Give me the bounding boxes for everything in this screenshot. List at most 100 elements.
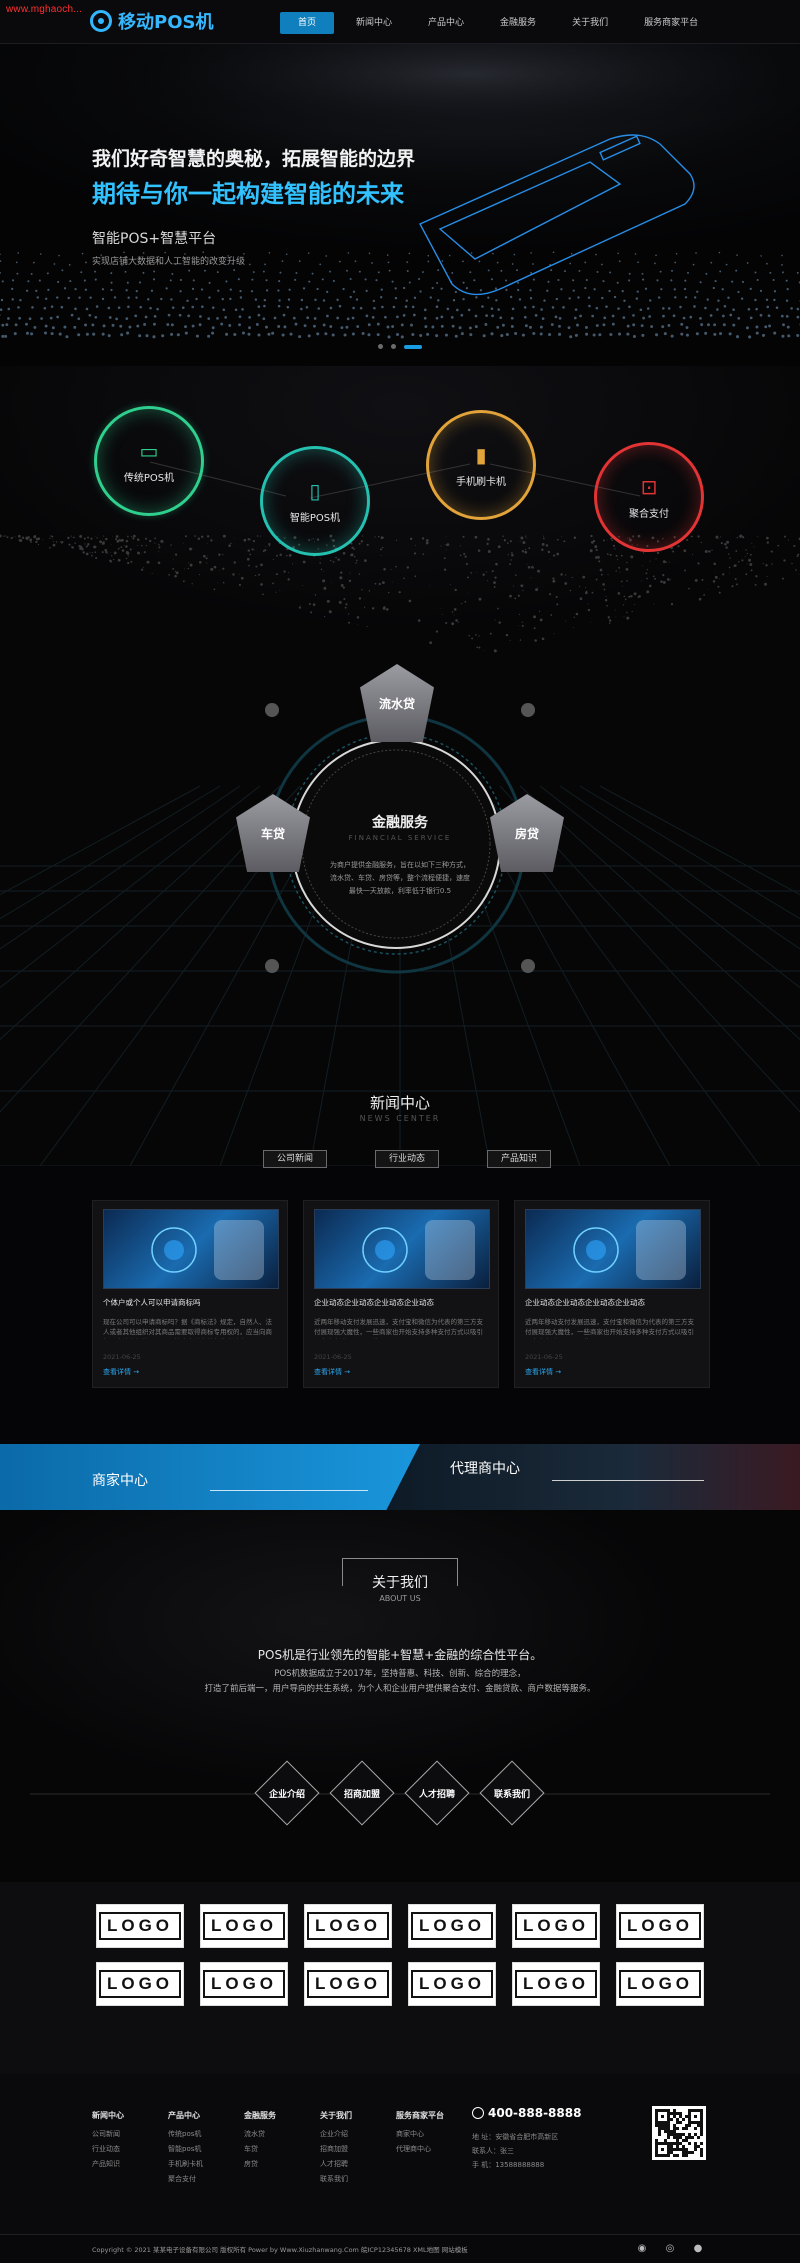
news-thumbnail [103, 1209, 279, 1289]
footer-link[interactable]: 流水贷 [244, 2129, 276, 2139]
news-card-more-link[interactable]: 查看详情 → [314, 1367, 488, 1377]
merchant-center-label[interactable]: 商家中心 [92, 1470, 148, 1490]
footer-contact: 联系人：张三 [472, 2147, 514, 2155]
page: www.mghaoch... 移动POS机 首页 新闻中心 产品中心 金融服务 … [0, 0, 800, 2263]
news-card-title[interactable]: 企业动态企业动态企业动态企业动态 [314, 1297, 488, 1308]
footer-link[interactable]: 商家中心 [396, 2129, 444, 2139]
nav-home[interactable]: 首页 [280, 12, 335, 34]
agent-center-label[interactable]: 代理商中心 [450, 1458, 520, 1478]
footer-link[interactable]: 公司新闻 [92, 2129, 124, 2139]
main-nav: 首页 新闻中心 产品中心 金融服务 关于我们 服务商家平台 [280, 12, 720, 34]
phone-number: 400-888-8888 [488, 2106, 582, 2120]
footer-link[interactable]: 聚合支付 [168, 2174, 203, 2184]
footer-link[interactable]: 人才招聘 [320, 2159, 352, 2169]
tab-industry-news[interactable]: 行业动态 [375, 1150, 439, 1168]
footer-link[interactable]: 企业介绍 [320, 2129, 352, 2139]
nav-news[interactable]: 新闻中心 [342, 12, 406, 34]
about-btn-label: 人才招聘 [418, 1790, 455, 1800]
merchant-center-panel[interactable] [0, 1444, 420, 1510]
logo-text: LOGO [306, 1912, 390, 1940]
slider-dot[interactable] [391, 344, 396, 349]
tab-company-news[interactable]: 公司新闻 [263, 1150, 327, 1168]
nav-products[interactable]: 产品中心 [414, 12, 478, 34]
partner-logo[interactable]: LOGO [512, 1962, 600, 2006]
phone-icon [472, 2107, 484, 2119]
about-btn-careers[interactable]: 人才招聘 [404, 1760, 470, 1826]
news-card-more-link[interactable]: 查看详情 → [103, 1367, 277, 1377]
footer-link[interactable]: 房贷 [244, 2159, 276, 2169]
site-logo[interactable]: www.mghaoch... 移动POS机 [6, 4, 216, 40]
nav-merchant-platform[interactable]: 服务商家平台 [630, 12, 712, 34]
feature-mobile-card-reader[interactable]: ▮ 手机刷卡机 [426, 410, 536, 520]
partner-logo[interactable]: LOGO [304, 1962, 392, 2006]
divider [552, 1480, 704, 1481]
footer-col-title: 服务商家平台 [396, 2111, 444, 2120]
footer-link[interactable]: 招商加盟 [320, 2144, 352, 2154]
slider-dot[interactable] [378, 344, 383, 349]
footer-link[interactable]: 传统pos机 [168, 2129, 203, 2139]
partner-logo[interactable]: LOGO [304, 1904, 392, 1948]
logo-text: LOGO [514, 1912, 598, 1940]
news-card[interactable]: 企业动态企业动态企业动态企业动态 近两年移动支付发展迅速，支付宝和微信为代表的第… [303, 1200, 499, 1388]
news-card-date: 2021-06-25 [314, 1353, 352, 1361]
user-icon[interactable]: ● [692, 2243, 704, 2255]
partner-logo[interactable]: LOGO [200, 1904, 288, 1948]
news-card-desc: 现在公司可以申请商标吗？据《商标法》规定，自然人、法人或者其他组织对其商品需要取… [103, 1318, 272, 1339]
news-section-title: 新闻中心 [369, 1094, 430, 1112]
partner-logo[interactable]: LOGO [408, 1904, 496, 1948]
footer-link[interactable]: 智能pos机 [168, 2144, 203, 2154]
feature-smart-pos[interactable]: ▯ 智能POS机 [260, 446, 370, 556]
news-card-title[interactable]: 个体户或个人可以申请商标吗 [103, 1297, 277, 1308]
products-section: ▭ 传统POS机 ▯ 智能POS机 ▮ 手机刷卡机 ⊡ 聚合支付 流水贷 车贷 … [0, 366, 800, 1166]
footer-link[interactable]: 产品知识 [92, 2159, 124, 2169]
hero-banner[interactable]: 我们好奇智慧的奥秘，拓展智能的边界 期待与你一起构建智能的未来 智能POS+智慧… [0, 44, 800, 366]
about-btn-company[interactable]: 企业介绍 [254, 1760, 320, 1826]
finance-title: 金融服务 [372, 815, 428, 831]
partner-logo[interactable]: LOGO [616, 1962, 704, 2006]
finance-desc-2: 流水贷、车贷、房贷等，整个流程便捷，速度 [330, 874, 470, 882]
footer-link[interactable]: 代理商中心 [396, 2144, 444, 2154]
footer-link[interactable]: 车贷 [244, 2144, 276, 2154]
feature-traditional-pos[interactable]: ▭ 传统POS机 [94, 406, 204, 516]
slider-dot-active[interactable] [404, 344, 422, 349]
partner-logo[interactable]: LOGO [96, 1904, 184, 1948]
footer-link[interactable]: 联系我们 [320, 2174, 352, 2184]
news-card-date: 2021-06-25 [525, 1353, 563, 1361]
footer-col-title: 新闻中心 [92, 2111, 124, 2120]
logo-text: LOGO [98, 1912, 182, 1940]
footer-link[interactable]: 手机刷卡机 [168, 2159, 203, 2169]
partner-logo[interactable]: LOGO [512, 1904, 600, 1948]
about-btn-franchise[interactable]: 招商加盟 [329, 1760, 395, 1826]
feature-label: 聚合支付 [629, 508, 669, 520]
tab-product-knowledge[interactable]: 产品知识 [487, 1150, 551, 1168]
nav-finance[interactable]: 金融服务 [486, 12, 550, 34]
wechat-icon[interactable]: ◉ [636, 2243, 648, 2255]
footer-link[interactable]: 行业动态 [92, 2144, 124, 2154]
finance-desc-3: 最快一天放款，利率低于银行0.5 [348, 887, 452, 895]
site-header: www.mghaoch... 移动POS机 首页 新闻中心 产品中心 金融服务 … [0, 0, 800, 44]
footer-col-title: 关于我们 [320, 2111, 352, 2120]
about-subtitle: ABOUT US [379, 1594, 421, 1603]
partner-logo[interactable]: LOGO [408, 1962, 496, 2006]
logo-text: LOGO [306, 1970, 390, 1998]
weibo-icon[interactable]: ◎ [664, 2243, 676, 2255]
nav-about[interactable]: 关于我们 [558, 12, 622, 34]
pos-device-illustration [419, 134, 695, 296]
news-card-title[interactable]: 企业动态企业动态企业动态企业动态 [525, 1297, 699, 1308]
about-btn-contact[interactable]: 联系我们 [479, 1760, 545, 1826]
partner-logo[interactable]: LOGO [616, 1904, 704, 1948]
qr-scan-icon: ⊡ [640, 474, 658, 499]
logo-text: 移动POS机 [118, 12, 214, 33]
center-links-band: 商家中心 代理商中心 [0, 1444, 800, 1510]
footer-mobile: 手 机：13588888888 [472, 2161, 545, 2169]
news-card[interactable]: 企业动态企业动态企业动态企业动态 近两年移动支付发展迅速，支付宝和微信为代表的第… [514, 1200, 710, 1388]
about-btn-label: 企业介绍 [268, 1790, 305, 1800]
partner-logo[interactable]: LOGO [96, 1962, 184, 2006]
feature-aggregate-payment[interactable]: ⊡ 聚合支付 [594, 442, 704, 552]
site-url-watermark: www.mghaoch... [6, 4, 83, 15]
news-card[interactable]: 个体户或个人可以申请商标吗 现在公司可以申请商标吗？据《商标法》规定，自然人、法… [92, 1200, 288, 1388]
partner-logo[interactable]: LOGO [200, 1962, 288, 2006]
qr-code-image [652, 2106, 706, 2160]
agent-center-panel[interactable] [380, 1444, 800, 1510]
news-card-more-link[interactable]: 查看详情 → [525, 1367, 699, 1377]
